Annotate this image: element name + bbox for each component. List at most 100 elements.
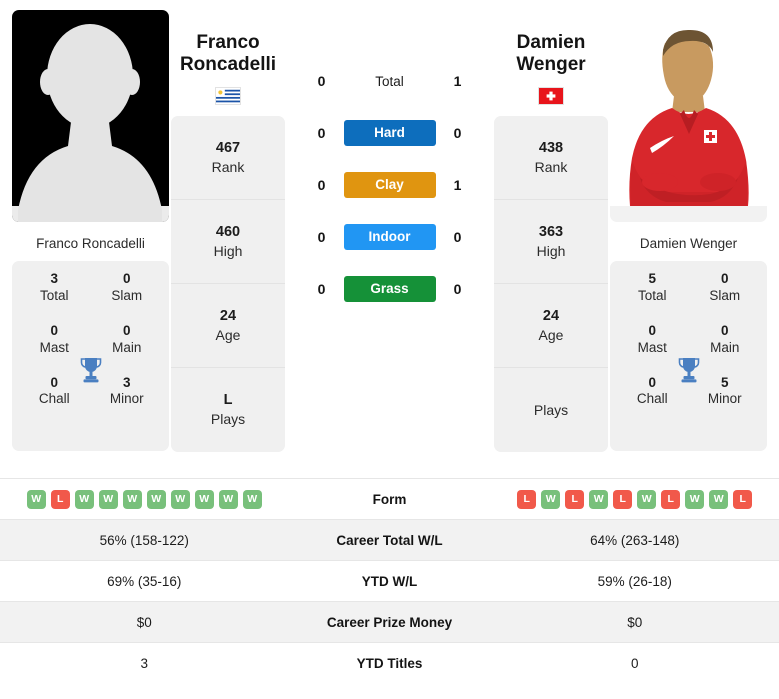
h2h-left-score-indoor: 0 (317, 229, 326, 245)
right-ytd-titles-cell: 0 (630, 655, 639, 671)
right-titles-chall-label: Chall (636, 391, 668, 407)
stat-label-form: Form (372, 491, 407, 507)
left-form-badge[interactable]: W (146, 489, 166, 509)
stat-label-career-wl: Career Total W/L (336, 532, 443, 548)
right-titles-mast-value: 0 (648, 322, 656, 338)
comparison-stats-table: W L W W W W W W W W Form L W L W L W L W W L 56% (158-122) Car… (0, 478, 779, 683)
left-rank-card: 467 Rank 460 High 24 Age L Plays (171, 115, 285, 452)
right-form-badge[interactable]: L (661, 489, 681, 509)
left-titles-main-value: 0 (122, 322, 131, 338)
h2h-surface-label-indoor[interactable]: Indoor (343, 224, 436, 250)
left-plays-label: Plays (210, 411, 246, 428)
h2h-right-score-total: 1 (453, 73, 462, 89)
h2h-row-grass: 0 Grass 0 (287, 275, 492, 303)
h2h-row-hard: 0 Hard 0 (287, 119, 492, 147)
right-titles-slam-value: 0 (720, 271, 729, 286)
right-player-last-name: Wenger (516, 54, 586, 76)
right-form-badge[interactable]: W (685, 489, 705, 509)
right-titles-mast-label: Mast (637, 339, 667, 355)
left-titles-slam: 0 Slam (91, 271, 164, 305)
head-to-head-surfaces: 0 Total 1 0 Hard 0 0 Clay 1 0 Indoor 0 0 Grass 0 (287, 10, 492, 303)
left-form-badge[interactable]: W (218, 489, 238, 509)
left-age-cell: 24 Age (171, 284, 285, 368)
left-titles-minor-label: Minor (109, 391, 144, 407)
trophy-icon (80, 357, 102, 383)
right-titles-main-label: Main (710, 339, 740, 355)
right-career-prize-cell: $0 (627, 614, 643, 630)
right-titles-slam-label: Slam (709, 287, 741, 303)
left-form-badge[interactable]: W (98, 489, 118, 509)
left-titles-mast-value: 0 (50, 322, 58, 338)
right-rank-cell: 438 Rank (494, 116, 608, 200)
left-ytd-wl-cell: 69% (35-16) (107, 573, 182, 589)
left-form-badge[interactable]: W (74, 489, 94, 509)
h2h-row-total: 0 Total 1 (287, 67, 492, 95)
left-age-value: 24 (219, 307, 237, 324)
h2h-left-score-total: 0 (317, 73, 326, 89)
right-high-label: High (536, 242, 566, 259)
right-form-badge[interactable]: L (517, 489, 537, 509)
h2h-right-score-clay: 1 (453, 177, 462, 193)
right-player-photo[interactable] (610, 10, 767, 222)
right-titles-mast: 0 Mast (616, 323, 689, 357)
stat-label-ytd-titles: YTD Titles (356, 655, 423, 671)
right-form-badge[interactable]: W (589, 489, 609, 509)
h2h-right-score-hard: 0 (453, 125, 462, 141)
right-form-strip: LWLWLWLWWL (491, 489, 779, 509)
left-career-prize-cell: $0 (136, 614, 152, 630)
right-player-name-caption: Damien Wenger (639, 236, 738, 251)
switzerland-flag-icon (538, 86, 564, 105)
right-titles-main: 0 Main (689, 323, 762, 357)
table-row: 3 YTD Titles 0 (0, 642, 779, 683)
right-career-wl-cell: 64% (263-148) (590, 532, 680, 548)
left-player-last-name: Roncadelli (179, 54, 277, 76)
left-titles-chall-label: Chall (38, 391, 70, 407)
left-form-badge[interactable]: W (242, 489, 262, 509)
right-form-badge[interactable]: W (637, 489, 657, 509)
table-row: W L W W W W W W W W Form L W L W L W L W W L (0, 478, 779, 519)
right-high-value: 363 (538, 223, 564, 240)
h2h-surface-label-total: Total (375, 73, 404, 89)
right-form-cell: LWLWLWLWWL (491, 489, 779, 509)
left-form-badge[interactable]: W (26, 489, 46, 509)
left-titles-slam-label: Slam (111, 287, 143, 303)
right-form-badge[interactable]: W (709, 489, 729, 509)
right-form-badge[interactable]: W (541, 489, 561, 509)
left-rank-column: Franco Roncadelli 467 Rank 460 High 24 A… (171, 10, 285, 452)
h2h-left-score-clay: 0 (317, 177, 326, 193)
right-high-cell: 363 High (494, 200, 608, 284)
left-titles-main: 0 Main (91, 323, 164, 357)
right-player-name: Damien Wenger (494, 10, 608, 77)
left-player-photo[interactable] (12, 10, 169, 222)
right-ytd-wl-cell: 59% (26-18) (597, 573, 672, 589)
left-plays-value: L (223, 392, 233, 409)
right-player-panel: Damien Wenger 5 Total 0 Slam 0 Mast 0 Ma… (610, 10, 767, 451)
right-form-badge[interactable]: L (613, 489, 633, 509)
silhouette-placeholder-icon (12, 10, 169, 222)
h2h-right-score-grass: 0 (453, 281, 462, 297)
left-rank-cell: 467 Rank (171, 116, 285, 200)
h2h-left-score-grass: 0 (317, 281, 326, 297)
right-titles-total-label: Total (637, 287, 667, 303)
stat-label-career-prize: Career Prize Money (326, 614, 453, 630)
right-form-badge[interactable]: L (733, 489, 753, 509)
uruguay-flag-icon (215, 86, 241, 105)
table-row: 69% (35-16) YTD W/L 59% (26-18) (0, 560, 779, 601)
h2h-surface-label-hard[interactable]: Hard (343, 120, 436, 146)
left-titles-mast-label: Mast (39, 339, 69, 355)
right-form-badge[interactable]: L (565, 489, 585, 509)
left-form-badge[interactable]: W (170, 489, 190, 509)
left-rank-value: 467 (215, 139, 241, 156)
right-age-label: Age (538, 326, 564, 343)
h2h-surface-label-grass[interactable]: Grass (343, 276, 436, 302)
h2h-surface-label-clay[interactable]: Clay (343, 172, 436, 198)
player-portrait-image (610, 10, 767, 222)
right-titles-total: 5 Total (616, 271, 689, 305)
h2h-row-indoor: 0 Indoor 0 (287, 223, 492, 251)
left-form-badge[interactable]: L (50, 489, 70, 509)
left-form-badge[interactable]: W (194, 489, 214, 509)
right-titles-main-value: 0 (720, 322, 729, 338)
left-ytd-titles-cell: 3 (140, 655, 148, 671)
left-form-badge[interactable]: W (122, 489, 142, 509)
right-titles-slam: 0 Slam (689, 271, 762, 305)
